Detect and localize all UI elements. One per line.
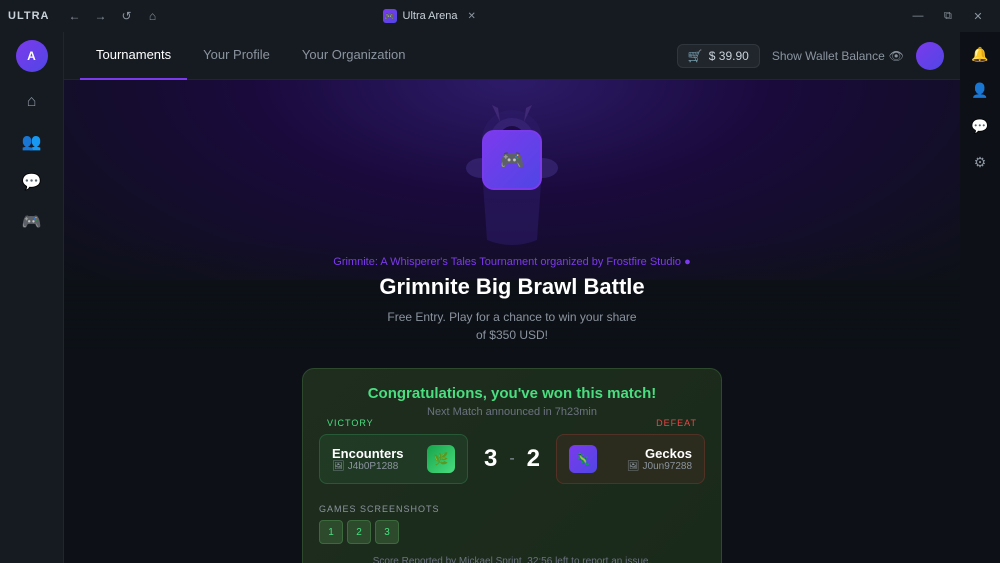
reload-button[interactable]: ↺ — [115, 5, 137, 27]
match-footer: Score Reported by Mickael Sprint. 32:56 … — [319, 556, 705, 563]
defeat-label: DEFEAT — [656, 418, 697, 428]
team1-user-icon: 🖼 — [332, 461, 345, 472]
tournament-title: Grimnite Big Brawl Battle — [84, 274, 940, 300]
score-team1: 3 — [484, 445, 497, 473]
screenshot-2[interactable]: 2 — [347, 520, 371, 544]
minimize-button[interactable]: — — [904, 5, 932, 27]
window-controls: — ⧉ ✕ — [904, 5, 992, 27]
wallet-button[interactable]: 🛒 $ 39.90 — [677, 44, 760, 68]
team1-user: 🖼 J4b0P1288 — [332, 461, 404, 472]
tab-bar: 🎮 Ultra Arena ✕ — [373, 5, 486, 27]
victory-label: VICTORY — [327, 418, 374, 428]
sidebar-icon-users[interactable]: 👥 — [14, 124, 50, 160]
screenshot-1[interactable]: 1 — [319, 520, 343, 544]
right-icon-settings[interactable]: ⚙ — [966, 148, 994, 176]
nav-controls: ← → ↺ ⌂ — [63, 5, 163, 27]
team-winner-box: Encounters 🖼 J4b0P1288 🌿 — [319, 434, 468, 484]
nav-user-avatar[interactable] — [916, 42, 944, 70]
right-icon-chat[interactable]: 💬 — [966, 112, 994, 140]
next-match-text: Next Match announced in 7h23min — [319, 406, 705, 418]
match-teams: Encounters 🖼 J4b0P1288 🌿 3 - 2 — [319, 434, 705, 484]
tab-favicon: 🎮 — [383, 9, 397, 23]
app-logo: ULTRA — [8, 10, 49, 22]
tournament-description: Free Entry. Play for a chance to win you… — [84, 308, 940, 344]
back-button[interactable]: ← — [63, 5, 85, 27]
tab-title: Ultra Arena — [403, 10, 458, 22]
forward-button[interactable]: → — [89, 5, 111, 27]
screenshot-thumbs: 1 2 3 — [319, 520, 705, 544]
tab-your-organization[interactable]: Your Organization — [286, 32, 422, 80]
right-icon-bell[interactable]: 🔔 — [966, 40, 994, 68]
sidebar-icon-game[interactable]: 🎮 — [14, 204, 50, 240]
congratulations-text: Congratulations, you've won this match! — [319, 385, 705, 402]
nav-tabs: Tournaments Your Profile Your Organizati… — [80, 32, 677, 80]
top-nav: Tournaments Your Profile Your Organizati… — [64, 32, 960, 80]
title-bar: ULTRA ← → ↺ ⌂ 🎮 Ultra Arena ✕ — ⧉ ✕ — [0, 0, 1000, 32]
right-sidebar: 🔔 👤 💬 ⚙ — [960, 32, 1000, 563]
tab-tournaments[interactable]: Tournaments — [80, 32, 187, 80]
team1-name: Encounters — [332, 446, 404, 461]
sidebar-icon-chat[interactable]: 💬 — [14, 164, 50, 200]
match-teams-container: VICTORY DEFEAT Encounters 🖼 J4b0P1288 — [319, 434, 705, 484]
score-display: 3 - 2 — [468, 445, 556, 473]
main-column: Tournaments Your Profile Your Organizati… — [64, 32, 960, 563]
team1-info: Encounters 🖼 J4b0P1288 — [332, 446, 404, 472]
close-button[interactable]: ✕ — [964, 5, 992, 27]
screenshot-3[interactable]: 3 — [375, 520, 399, 544]
team1-avatar: 🌿 — [427, 445, 455, 473]
left-sidebar: A ⌂ 👥 💬 🎮 — [0, 32, 64, 563]
title-bar-left: ULTRA ← → ↺ ⌂ — [8, 5, 163, 27]
team-loser-box: 🦎 Geckos 🖼 J0un97288 — [556, 434, 705, 484]
tab-close-icon[interactable]: ✕ — [468, 11, 476, 22]
wallet-icon: 🛒 — [688, 49, 703, 63]
user-avatar[interactable]: A — [16, 40, 48, 72]
active-tab[interactable]: 🎮 Ultra Arena ✕ — [373, 5, 486, 27]
show-balance-button[interactable]: Show Wallet Balance 👁 — [772, 49, 904, 63]
sidebar-icon-home[interactable]: ⌂ — [14, 84, 50, 120]
tournament-organizer: Grimnite: A Whisperer's Tales Tournament… — [84, 256, 940, 268]
score-divider: - — [509, 450, 514, 468]
wallet-balance: $ 39.90 — [709, 49, 749, 63]
tab-your-profile[interactable]: Your Profile — [187, 32, 286, 80]
tournament-header: Grimnite: A Whisperer's Tales Tournament… — [64, 240, 960, 352]
team2-user-icon: 🖼 — [627, 461, 640, 472]
score-team2: 2 — [527, 445, 540, 473]
maximize-button[interactable]: ⧉ — [934, 5, 962, 27]
match-result-card: Congratulations, you've won this match! … — [302, 368, 722, 563]
screenshots-label: GAMES SCREENSHOTS — [319, 504, 705, 514]
team2-name: Geckos — [627, 446, 692, 461]
eye-icon: 👁 — [889, 49, 904, 63]
content-area[interactable]: 🎮 Grimnite: A Whisperer's Tales Tourname… — [64, 80, 960, 563]
right-icon-friends[interactable]: 👤 — [966, 76, 994, 104]
team2-info: Geckos 🖼 J0un97288 — [627, 446, 692, 472]
game-screenshots: GAMES SCREENSHOTS 1 2 3 — [319, 504, 705, 544]
team2-avatar: 🦎 — [569, 445, 597, 473]
app-layout: A ⌂ 👥 💬 🎮 Tournaments Your Profile Your … — [0, 32, 1000, 563]
game-logo: 🎮 — [482, 130, 542, 190]
nav-right: 🛒 $ 39.90 Show Wallet Balance 👁 — [677, 42, 944, 70]
team2-user: 🖼 J0un97288 — [627, 461, 692, 472]
home-button[interactable]: ⌂ — [141, 5, 163, 27]
